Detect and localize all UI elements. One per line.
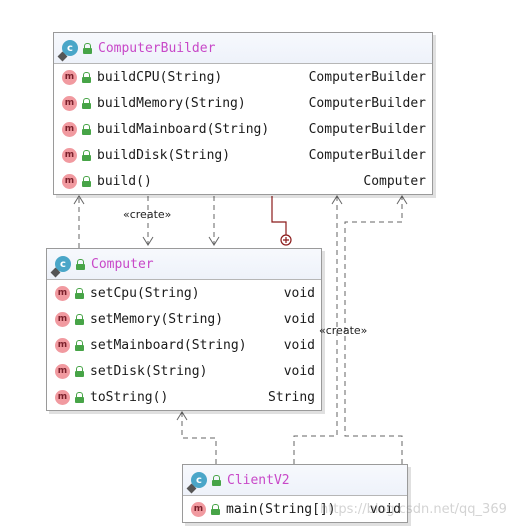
class-title: Computer xyxy=(91,256,154,272)
public-lock-icon xyxy=(82,123,91,135)
method-return-type: ComputerBuilder xyxy=(308,147,426,163)
method-return-type: ComputerBuilder xyxy=(308,121,426,137)
class-header: c ClientV2 xyxy=(183,465,407,496)
class-title: ComputerBuilder xyxy=(98,40,216,56)
method-name: setMainboard(String) xyxy=(90,337,247,353)
method-return-type: void xyxy=(283,285,315,301)
method-row[interactable]: m setCpu(String) void xyxy=(47,280,321,306)
method-icon: m xyxy=(55,285,70,301)
public-lock-icon xyxy=(76,258,85,270)
method-row[interactable]: m buildCPU(String) ComputerBuilder xyxy=(54,64,432,90)
class-icon: c xyxy=(50,256,71,278)
method-icon: m xyxy=(62,121,77,137)
dependency-client-to-computer xyxy=(181,413,217,464)
method-name: buildCPU(String) xyxy=(97,69,223,85)
method-name: setCpu(String) xyxy=(90,285,200,301)
method-return-type: void xyxy=(283,363,315,379)
method-name: toString() xyxy=(90,389,169,405)
method-name: setMemory(String) xyxy=(90,311,224,327)
method-name: build() xyxy=(97,173,152,189)
method-return-type: ComputerBuilder xyxy=(308,69,426,85)
method-row[interactable]: m setDisk(String) void xyxy=(47,358,321,384)
method-return-type: void xyxy=(283,311,315,327)
public-lock-icon xyxy=(82,97,91,109)
method-row[interactable]: m toString() String xyxy=(47,384,321,410)
runnable-class-icon: c xyxy=(186,472,207,494)
method-return-type: void xyxy=(283,337,315,353)
method-row[interactable]: m buildMainboard(String) ComputerBuilder xyxy=(54,116,432,142)
method-name: setDisk(String) xyxy=(90,363,208,379)
class-computer-builder[interactable]: c ComputerBuilder m buildCPU(String) Com… xyxy=(53,32,433,195)
method-icon: m xyxy=(55,311,70,327)
public-lock-icon xyxy=(212,474,221,486)
class-computer[interactable]: c Computer m setCpu(String) void m setMe… xyxy=(46,248,322,411)
method-icon: m xyxy=(62,69,77,85)
method-icon: m xyxy=(62,95,77,111)
method-icon: m xyxy=(55,389,70,405)
method-return-type: ComputerBuilder xyxy=(308,95,426,111)
create-stereotype-label: «create» xyxy=(319,324,368,337)
public-lock-icon xyxy=(75,365,84,377)
method-return-type: Computer xyxy=(363,173,426,189)
method-name: buildDisk(String) xyxy=(97,147,231,163)
public-lock-icon xyxy=(82,149,91,161)
class-header: c Computer xyxy=(47,249,321,280)
method-icon: m xyxy=(62,147,77,163)
public-lock-icon xyxy=(75,339,84,351)
watermark: https://blog.csdn.net/qq_36905661433 xyxy=(320,502,507,517)
inner-class-link xyxy=(271,196,287,236)
method-icon: m xyxy=(62,173,77,189)
method-name: buildMemory(String) xyxy=(97,95,246,111)
method-row[interactable]: m setMemory(String) void xyxy=(47,306,321,332)
public-lock-icon xyxy=(75,391,84,403)
method-icon: m xyxy=(55,337,70,353)
public-lock-icon xyxy=(75,287,84,299)
class-header: c ComputerBuilder xyxy=(54,33,432,64)
public-lock-icon xyxy=(211,503,220,515)
public-lock-icon xyxy=(83,42,92,54)
method-icon: m xyxy=(191,501,206,517)
method-icon: m xyxy=(55,363,70,379)
class-title: ClientV2 xyxy=(227,472,290,488)
public-lock-icon xyxy=(82,175,91,187)
method-row[interactable]: m build() Computer xyxy=(54,168,432,194)
method-row[interactable]: m buildMemory(String) ComputerBuilder xyxy=(54,90,432,116)
create-stereotype-label: «create» xyxy=(123,208,172,221)
method-row[interactable]: m setMainboard(String) void xyxy=(47,332,321,358)
method-return-type: String xyxy=(268,389,315,405)
method-name: buildMainboard(String) xyxy=(97,121,270,137)
public-lock-icon xyxy=(75,313,84,325)
class-icon: c xyxy=(57,40,78,62)
public-lock-icon xyxy=(82,71,91,83)
method-row[interactable]: m buildDisk(String) ComputerBuilder xyxy=(54,142,432,168)
